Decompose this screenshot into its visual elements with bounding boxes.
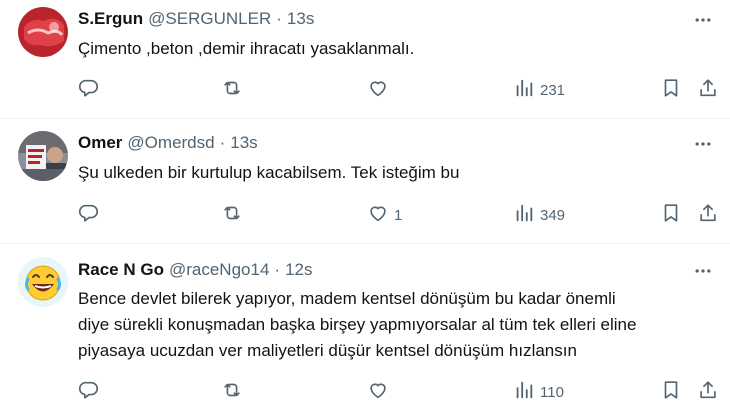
timestamp[interactable]: 13s [230,133,257,153]
action-bar: 1 349 [78,203,718,227]
share-icon [697,77,719,103]
views-icon [513,202,535,228]
separator-dot: · [219,133,226,152]
reply-button[interactable] [78,380,105,404]
share-button[interactable] [697,78,719,102]
user-handle[interactable]: @raceNgo14 [169,260,269,280]
tweet-header: Race N Go @raceNgo14 · 12s [78,258,313,282]
user-handle[interactable]: @SERGUNLER [148,9,271,29]
like-icon [367,77,389,103]
share-button[interactable] [697,380,719,404]
retweet-button[interactable] [221,203,248,227]
retweet-icon [221,202,243,228]
reply-icon [78,202,100,228]
tweet[interactable]: S.Ergun @SERGUNLER · 13s Çimento ,beton … [0,0,730,119]
bookmark-button[interactable] [660,78,682,102]
user-handle[interactable]: @Omerdsd [127,133,214,153]
tweet-text-line: piyasaya ucuzdan ver maliyetleri düşür k… [78,341,577,360]
tweet-header: Omer @Omerdsd · 13s [78,131,258,155]
tweet[interactable]: Omer @Omerdsd · 13s Şu ulkeden bir kurtu… [0,119,730,244]
share-icon [697,379,719,405]
tweet-text-line: diye sürekli konuşmadan başka birşey yap… [78,315,637,334]
display-name[interactable]: S.Ergun [78,9,143,29]
reply-button[interactable] [78,203,105,227]
like-icon [367,379,389,405]
like-button[interactable]: 1 [367,203,402,227]
tweet-text: Çimento ,beton ,demir ihracatı yasaklanm… [78,36,708,62]
reply-icon [78,77,100,103]
views-button[interactable]: 349 [513,203,565,227]
like-button[interactable] [367,380,394,404]
avatar[interactable] [18,257,68,307]
timestamp[interactable]: 13s [287,9,314,29]
tweet-text-line: Bence devlet bilerek yapıyor, madem kent… [78,289,616,308]
retweet-icon [221,379,243,405]
action-bar: 110 [78,380,718,404]
views-count: 231 [540,81,566,99]
views-button[interactable]: 110 [513,380,564,404]
views-button[interactable]: 231 [513,78,565,102]
views-count: 110 [540,383,564,401]
bookmark-icon [660,202,682,228]
tweet-text-line: Çimento ,beton ,demir ihracatı yasaklanm… [78,39,415,58]
reply-icon [78,379,100,405]
bookmark-icon [660,77,682,103]
like-icon [367,202,389,228]
more-icon[interactable] [692,133,714,155]
retweet-icon [221,77,243,103]
bookmark-button[interactable] [660,203,682,227]
tweet-text: Şu ulkeden bir kurtulup kacabilsem. Tek … [78,160,708,186]
separator-dot: · [274,260,281,279]
action-bar: 231 [78,78,718,102]
bookmark-icon [660,379,682,405]
display-name[interactable]: Omer [78,133,122,153]
views-icon [513,379,535,405]
retweet-button[interactable] [221,78,248,102]
share-button[interactable] [697,203,719,227]
retweet-button[interactable] [221,380,248,404]
like-button[interactable] [367,78,394,102]
timestamp[interactable]: 12s [285,260,312,280]
tweet-text: Bence devlet bilerek yapıyor, madem kent… [78,286,708,364]
share-icon [697,202,719,228]
display-name[interactable]: Race N Go [78,260,164,280]
avatar[interactable] [18,7,68,57]
tweet[interactable]: Race N Go @raceNgo14 · 12s Bence devlet … [0,244,730,420]
like-count: 1 [394,206,403,224]
timeline-feed: S.Ergun @SERGUNLER · 13s Çimento ,beton … [0,0,730,420]
bookmark-button[interactable] [660,380,682,404]
separator-dot: · [276,9,282,28]
tweet-header: S.Ergun @SERGUNLER · 13s [78,7,314,31]
views-count: 349 [540,206,566,224]
reply-button[interactable] [78,78,105,102]
views-icon [513,77,535,103]
tweet-text-line: Şu ulkeden bir kurtulup kacabilsem. Tek … [78,163,460,182]
more-icon[interactable] [692,9,714,31]
avatar[interactable] [18,131,68,181]
more-icon[interactable] [692,260,714,282]
